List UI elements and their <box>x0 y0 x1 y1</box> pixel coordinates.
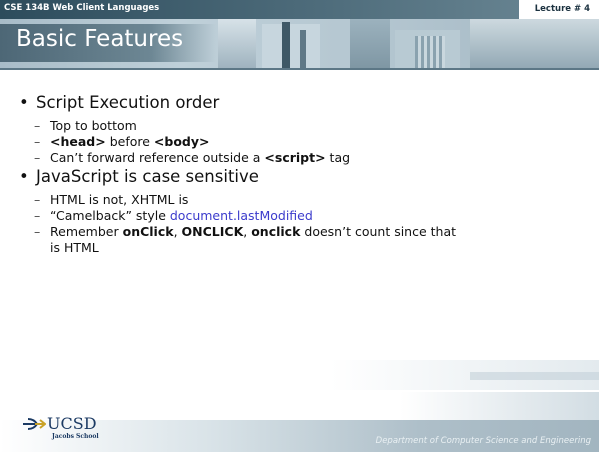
logo-subtext: Jacobs School <box>52 433 99 440</box>
bullet-text: JavaScript is case sensitive <box>36 167 259 186</box>
dash-icon: – <box>34 118 41 133</box>
dash-icon: – <box>34 224 41 239</box>
slide: CSE 134B Web Client Languages Lecture # … <box>0 0 599 452</box>
sub-bullet-text: Remember <box>50 224 123 239</box>
sub-bullet-text: doesn’t count since that <box>300 224 457 239</box>
bullet-text: Script Execution order <box>36 93 220 112</box>
sub-bullet-continuation: is HTML <box>34 240 99 255</box>
sub-bullet-item: – Top to bottom <box>34 118 137 133</box>
code-body: <body> <box>153 134 210 149</box>
sub-bullet-item: – “Camelback” style document.lastModified <box>34 208 313 223</box>
sub-bullet-text: is HTML <box>50 240 99 255</box>
sub-bullet-text: Can’t forward reference outside a <box>50 150 265 165</box>
trident-logo-icon <box>23 418 46 430</box>
sub-bullet-item: – Can’t forward reference outside a <scri… <box>34 150 350 165</box>
department-footer: Department of Computer Science and Engin… <box>375 436 591 446</box>
code-onclick-lower: onclick <box>251 224 301 239</box>
logo-text: UCSD <box>47 414 97 433</box>
sub-bullet-item: – Remember onClick, ONCLICK, onclick does… <box>34 224 456 239</box>
code-script: <script> <box>264 150 326 165</box>
dash-icon: – <box>34 150 41 165</box>
sub-bullet-text: before <box>105 134 154 149</box>
bullet-dot-icon: • <box>19 167 29 186</box>
sub-bullet-text: Top to bottom <box>50 118 137 133</box>
dash-icon: – <box>34 192 41 207</box>
sub-bullet-item: – <head> before <body> <box>34 134 210 149</box>
slide-content: • Script Execution order – Top to bottom –… <box>0 0 599 452</box>
code-head: <head> <box>50 134 106 149</box>
code-link: document.lastModified <box>169 208 313 223</box>
sub-bullet-text: , <box>173 224 182 239</box>
sub-bullet-item: – HTML is not, XHTML is <box>34 192 188 207</box>
code-onclick-upper: ONCLICK <box>181 224 244 239</box>
bullet-item: • JavaScript is case sensitive <box>19 167 259 186</box>
sub-bullet-text: “Camelback” style <box>50 208 170 223</box>
dash-icon: – <box>34 134 41 149</box>
bullet-dot-icon: • <box>19 93 29 112</box>
ucsd-logo: UCSD Jacobs School <box>22 414 132 444</box>
sub-bullet-text: tag <box>325 150 351 165</box>
bullet-item: • Script Execution order <box>19 93 219 112</box>
code-onclick: onClick <box>122 224 174 239</box>
sub-bullet-text: HTML is not, XHTML is <box>50 192 189 207</box>
dash-icon: – <box>34 208 41 223</box>
